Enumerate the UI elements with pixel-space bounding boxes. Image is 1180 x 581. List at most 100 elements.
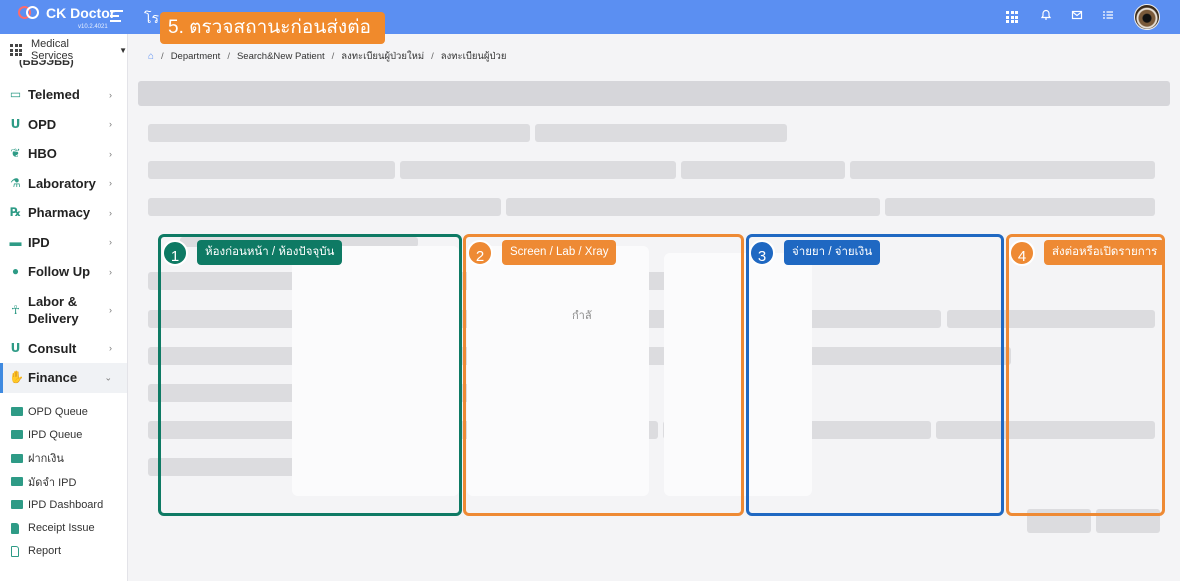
- sidebar-subitem-receipt-issue[interactable]: Receipt Issue: [0, 516, 127, 539]
- skeleton-bar: [506, 198, 880, 216]
- skeleton-bar: [400, 161, 676, 179]
- chevron-right-icon: ›: [109, 119, 112, 130]
- breadcrumb-item[interactable]: Department: [171, 51, 221, 62]
- mail-icon[interactable]: [1069, 9, 1085, 25]
- microscope-icon: ⚗: [10, 175, 21, 190]
- skeleton-bar: [148, 198, 501, 216]
- sidebar-item-label: Laboratory: [28, 175, 96, 191]
- apps-grid-icon[interactable]: [1004, 9, 1020, 25]
- sidebar-subitem-label: Receipt Issue: [28, 522, 95, 535]
- task-list-icon[interactable]: [1100, 9, 1116, 25]
- chevron-right-icon: ›: [109, 178, 112, 189]
- sidebar-subitem-report[interactable]: Report: [0, 540, 127, 563]
- sidebar-subitem-ipd-deposit[interactable]: มัดจำ IPD: [0, 470, 127, 493]
- annotation-box-2: [463, 234, 744, 516]
- sidebar-item-labor-delivery[interactable]: ☥ Labor & Delivery ›: [0, 287, 127, 334]
- annotation-label-2: Screen / Lab / Xray: [502, 240, 617, 265]
- breadcrumb-item[interactable]: ลงทะเบียนผู้ป่วยใหม่: [341, 49, 424, 64]
- sidebar-item-ipd[interactable]: ▬ IPD ›: [0, 228, 127, 258]
- breadcrumb-item[interactable]: Search&New Patient: [237, 51, 325, 62]
- leaf-icon: ❦: [10, 146, 21, 161]
- sidebar-nav: ▭ Telemed › ᑌ OPD › ❦ HBO › ⚗ Laboratory…: [0, 80, 127, 393]
- sidebar-subitem-label: ฝากเงิน: [28, 453, 64, 466]
- stethoscope-icon: ᑌ: [10, 340, 21, 355]
- chevron-right-icon: ›: [109, 207, 112, 218]
- sidebar-item-hbo[interactable]: ❦ HBO ›: [0, 139, 127, 169]
- sidebar-subitem-label: OPD Queue: [28, 405, 88, 418]
- chevron-right-icon: ›: [109, 343, 112, 354]
- baby-icon: ☥: [11, 302, 20, 317]
- sidebar-subitem-label: มัดจำ IPD: [28, 476, 77, 489]
- menu-toggle-icon[interactable]: [110, 10, 123, 22]
- sidebar-subitem-opd-queue[interactable]: OPD Queue: [0, 400, 127, 423]
- skeleton-bar: [148, 161, 395, 179]
- annotation-box-1: [158, 234, 462, 516]
- sidebar-item-label: IPD: [28, 234, 50, 250]
- money-icon: [11, 477, 23, 487]
- annotation-box-4: [1006, 234, 1165, 516]
- sidebar-item-pharmacy[interactable]: ℞ Pharmacy ›: [0, 198, 127, 228]
- sidebar: Medical Services ▼ (ЬЬӬӬЬЬ) ▭ Telemed › …: [0, 34, 128, 581]
- sidebar-item-label: Follow Up: [28, 264, 91, 280]
- user-avatar[interactable]: [1134, 4, 1160, 30]
- annotation-number-1: 1: [162, 240, 188, 266]
- sidebar-item-label: Finance: [28, 370, 78, 386]
- breadcrumb: ⌂ / Department / Search&New Patient / ลง…: [148, 49, 507, 64]
- stethoscope-icon: ᑌ: [10, 116, 21, 131]
- sidebar-subitem-label: IPD Dashboard: [28, 498, 104, 511]
- skeleton-bar: [535, 124, 787, 142]
- money-icon: [11, 430, 23, 440]
- document-outline-icon: [11, 545, 19, 557]
- skeleton-bar: [885, 198, 1155, 216]
- app-logo[interactable]: CK Doctor: [18, 6, 115, 20]
- skeleton-header-bar: [138, 81, 1170, 106]
- chevron-right-icon: ›: [109, 148, 112, 159]
- annotation-number-3: 3: [749, 240, 775, 266]
- annotation-label-4: ส่งต่อหรือเปิดรายการ: [1044, 240, 1166, 265]
- service-selector[interactable]: Medical Services ▼: [8, 38, 127, 62]
- apps-grid-icon: [10, 44, 22, 56]
- sidebar-subitem-ipd-dashboard[interactable]: IPD Dashboard: [0, 493, 127, 516]
- service-selector-label: Medical Services: [31, 38, 74, 62]
- sidebar-subitem-label: IPD Queue: [28, 428, 83, 441]
- hand-money-icon: ✋: [9, 370, 24, 385]
- sidebar-item-opd[interactable]: ᑌ OPD ›: [0, 110, 127, 140]
- money-icon: [11, 500, 23, 510]
- chevron-right-icon: ›: [109, 237, 112, 248]
- breadcrumb-current: ลงทะเบียนผู้ป่วย: [440, 51, 507, 62]
- logo-icon: [18, 6, 40, 20]
- bed-icon: ▬: [9, 234, 22, 249]
- user-check-icon: ●: [11, 264, 20, 279]
- annotation-number-4: 4: [1009, 240, 1035, 266]
- finance-submenu: OPD Queue IPD Queue ฝากเงิน มัดจำ IPD IP…: [0, 400, 127, 563]
- sidebar-item-label: Labor & Delivery: [28, 294, 79, 326]
- sidebar-item-label: HBO: [28, 146, 57, 162]
- annotation-label-1: ห้องก่อนหน้า / ห้องปัจจุบัน: [197, 240, 343, 265]
- home-icon[interactable]: ⌂: [148, 51, 154, 62]
- sidebar-subitem-label: Report: [28, 545, 62, 558]
- money-icon: [11, 453, 23, 463]
- sidebar-subitem-deposit[interactable]: ฝากเงิน: [0, 447, 127, 470]
- annotation-number-2: 2: [467, 240, 493, 266]
- document-icon: [11, 522, 19, 534]
- clipped-menu-item: (ЬЬӬӬЬЬ): [19, 60, 74, 68]
- sidebar-item-finance[interactable]: ✋ Finance ⌄: [0, 363, 127, 393]
- skeleton-bar: [850, 161, 1155, 179]
- money-icon: [11, 407, 23, 417]
- skeleton-bar: [148, 124, 530, 142]
- caret-down-icon: ▼: [119, 45, 127, 55]
- app-name: CK Doctor: [46, 5, 116, 21]
- sidebar-item-label: Telemed: [28, 87, 80, 103]
- sidebar-item-follow-up[interactable]: ● Follow Up ›: [0, 257, 127, 287]
- sidebar-item-telemed[interactable]: ▭ Telemed ›: [0, 80, 127, 110]
- step-banner: 5. ตรวจสถานะก่อนส่งต่อ: [160, 12, 385, 44]
- chevron-down-icon: ⌄: [104, 372, 112, 383]
- chevron-right-icon: ›: [109, 266, 112, 277]
- sidebar-item-label: Pharmacy: [28, 205, 91, 221]
- app-version: v10.2.4021: [78, 24, 108, 30]
- bell-icon[interactable]: [1038, 9, 1054, 25]
- annotation-label-3: จ่ายยา / จ่ายเงิน: [784, 240, 881, 265]
- sidebar-item-consult[interactable]: ᑌ Consult ›: [0, 334, 127, 364]
- sidebar-item-laboratory[interactable]: ⚗ Laboratory ›: [0, 169, 127, 199]
- sidebar-subitem-ipd-queue[interactable]: IPD Queue: [0, 423, 127, 446]
